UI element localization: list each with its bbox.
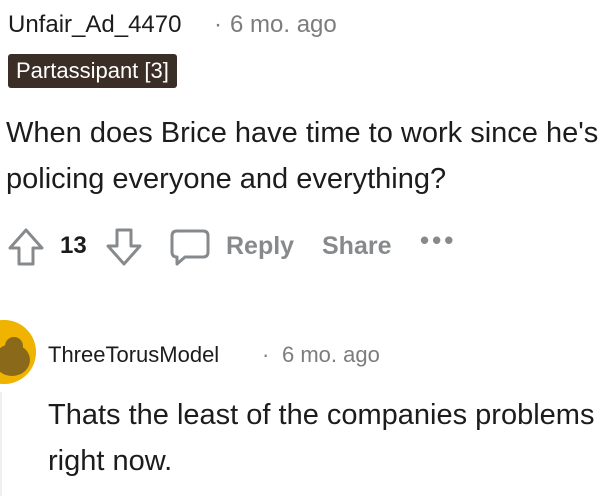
ellipsis-icon[interactable]: ••• <box>420 224 456 256</box>
user-avatar-icon[interactable] <box>0 320 36 384</box>
user-flair-badge: Partassipant [3] <box>8 54 177 88</box>
reply-body: Thats the least of the companies problem… <box>48 399 595 477</box>
upvote-arrow-icon[interactable] <box>6 226 46 268</box>
reply-timestamp[interactable]: 6 mo. ago <box>282 340 380 370</box>
downvote-arrow-icon[interactable] <box>104 226 144 268</box>
thread-line[interactable] <box>0 392 2 496</box>
share-button[interactable]: Share <box>322 230 391 262</box>
comment-body: When does Brice have time to work since … <box>6 117 599 195</box>
comment-timestamp[interactable]: 6 mo. ago <box>230 10 337 40</box>
comment-author[interactable]: Unfair_Ad_4470 <box>8 10 181 40</box>
reply-author[interactable]: ThreeTorusModel <box>48 340 219 370</box>
comment-action-bar: 13 Reply Share ••• <box>0 222 614 272</box>
speech-bubble-icon[interactable] <box>168 226 212 268</box>
vote-count: 13 <box>60 232 87 259</box>
reply-button[interactable]: Reply <box>226 230 294 262</box>
meta-separator: · <box>262 342 270 367</box>
meta-separator: · <box>214 11 222 38</box>
